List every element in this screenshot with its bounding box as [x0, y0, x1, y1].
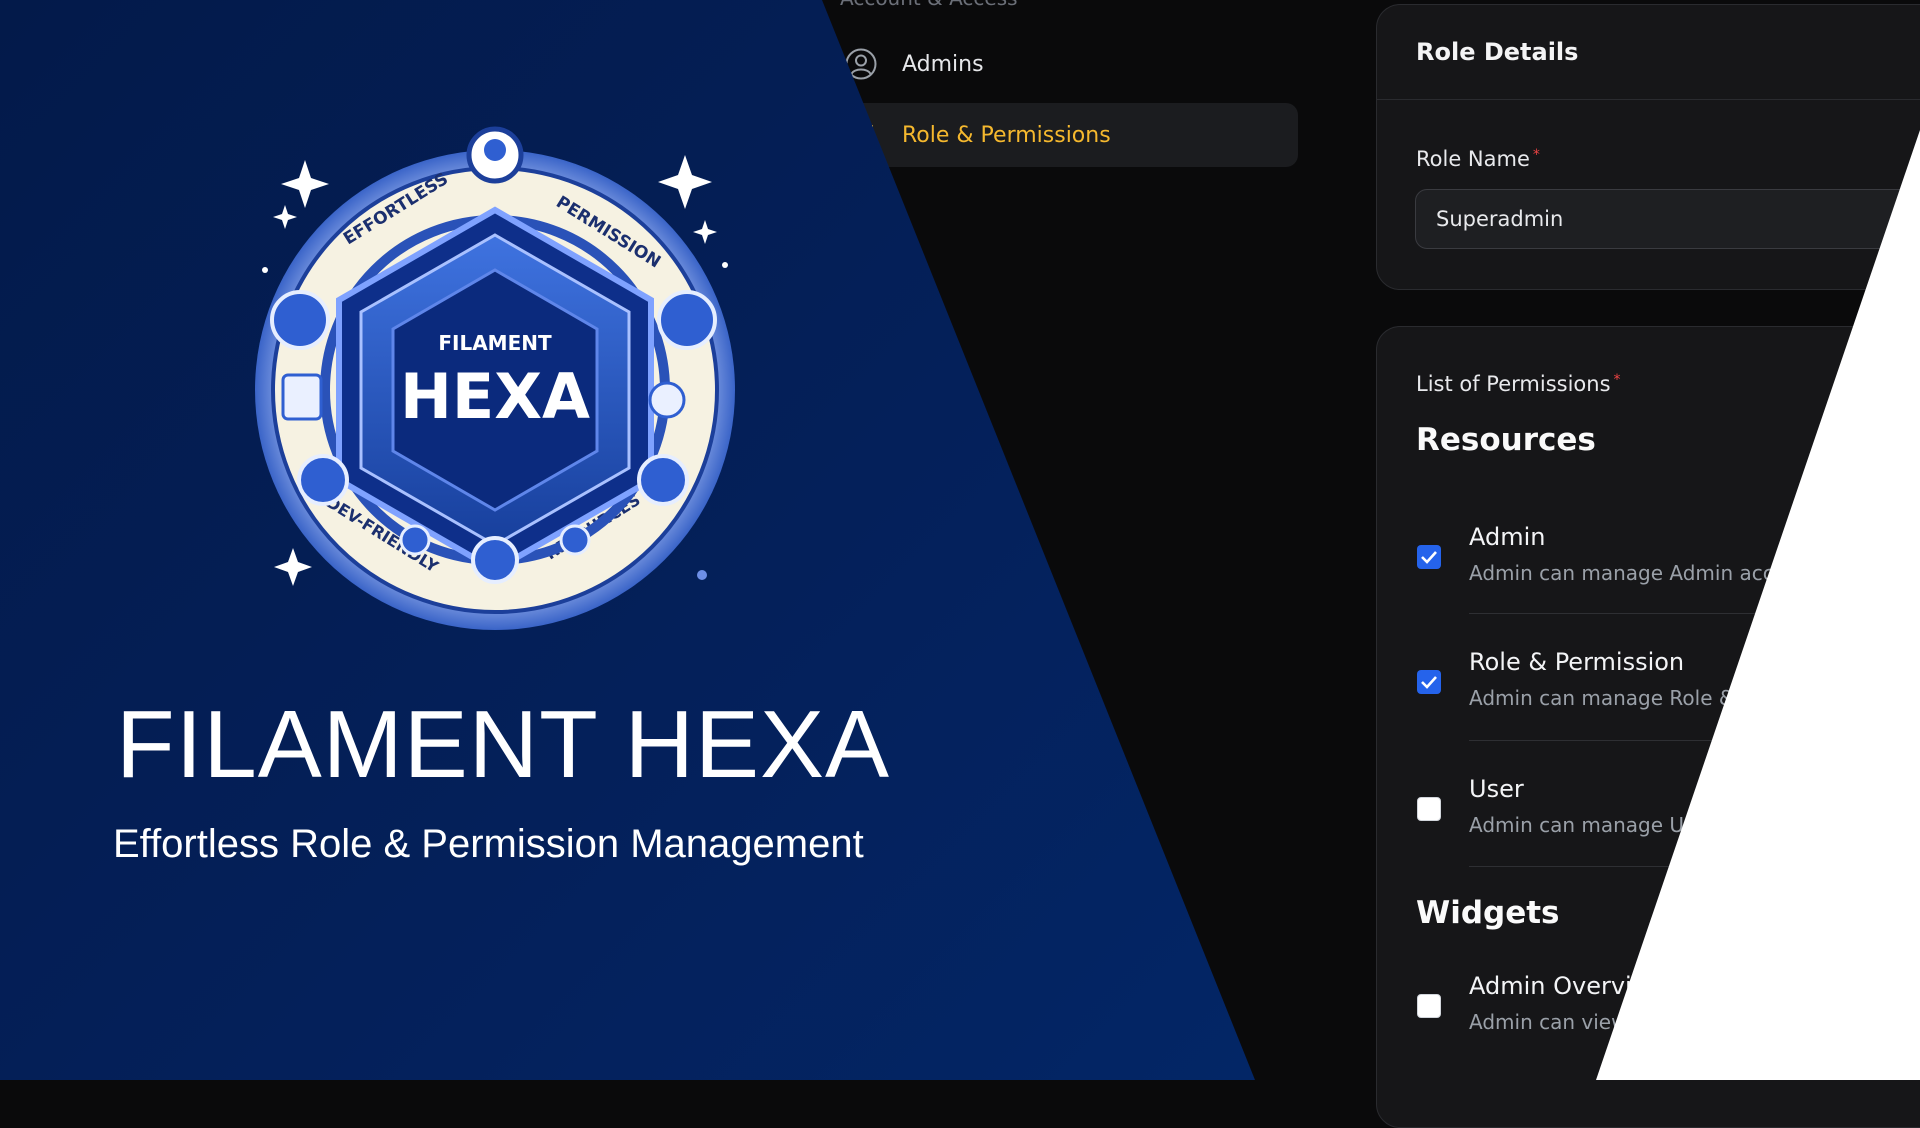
section-title-resources: Resources	[1416, 422, 1596, 458]
banner-title: FILAMENT HEXA	[116, 691, 891, 798]
checkbox-user[interactable]	[1417, 797, 1441, 821]
logo-text-filament: FILAMENT	[438, 331, 552, 355]
permission-description: Admin can manage Role & Permission	[1469, 686, 1849, 710]
card-title: Role Details	[1377, 5, 1920, 100]
permission-description: Admin can manage Admin account	[1469, 561, 1820, 585]
required-asterisk: *	[1613, 372, 1621, 388]
divider	[1469, 613, 1920, 614]
role-name-input[interactable]: Superadmin	[1415, 189, 1920, 249]
permission-description: Admin can view admin overview	[1469, 1010, 1794, 1034]
permission-name: Admin Overview	[1469, 972, 1667, 1000]
section-title-widgets: Widgets	[1416, 895, 1560, 931]
permission-name: Role & Permission	[1469, 648, 1685, 676]
filament-hexa-logo: EFFORTLESS PERMISSION DEV-FRIENDLY RESOU…	[255, 126, 735, 630]
permissions-list-label: List of Permissions *	[1416, 372, 1621, 396]
role-name-label: Role Name *	[1416, 147, 1540, 171]
permission-name: User	[1469, 775, 1524, 803]
sidebar-item-label: Role & Permissions	[902, 122, 1111, 148]
banner-subtitle: Effortless Role & Permission Management	[113, 822, 864, 866]
checkbox-admin-overview[interactable]	[1417, 994, 1441, 1018]
sidebar-item-admins[interactable]: Admins	[830, 32, 1298, 96]
permissions-card: List of Permissions * Resources Admin Adm…	[1376, 326, 1920, 1128]
required-asterisk: *	[1532, 147, 1540, 163]
permission-item-role-permission: Role & Permission Admin can manage Role …	[1417, 648, 1920, 744]
permission-name: Admin	[1469, 523, 1546, 551]
checkbox-admin[interactable]	[1417, 545, 1441, 569]
checkmark-icon	[1421, 676, 1437, 689]
permission-item-admin-overview: Admin Overview Admin can view admin over…	[1417, 972, 1920, 1068]
permission-item-user: User Admin can manage User accounts	[1417, 775, 1920, 871]
divider	[1469, 740, 1920, 741]
divider	[1469, 866, 1920, 867]
permission-item-admin: Admin Admin can manage Admin account	[1417, 523, 1920, 619]
logo-text-hexa: HEXA	[400, 360, 590, 433]
checkmark-icon	[1421, 551, 1437, 564]
nav-group-label: Account & Access	[840, 0, 1018, 10]
sidebar-item-label: Admins	[902, 51, 984, 77]
permission-description: Admin can manage User accounts	[1469, 813, 1812, 837]
checkbox-role-permission[interactable]	[1417, 670, 1441, 694]
sidebar-item-role-permissions[interactable]: Role & Permissions	[830, 103, 1298, 167]
role-details-card: Role Details Role Name * Superadmin	[1376, 4, 1920, 290]
